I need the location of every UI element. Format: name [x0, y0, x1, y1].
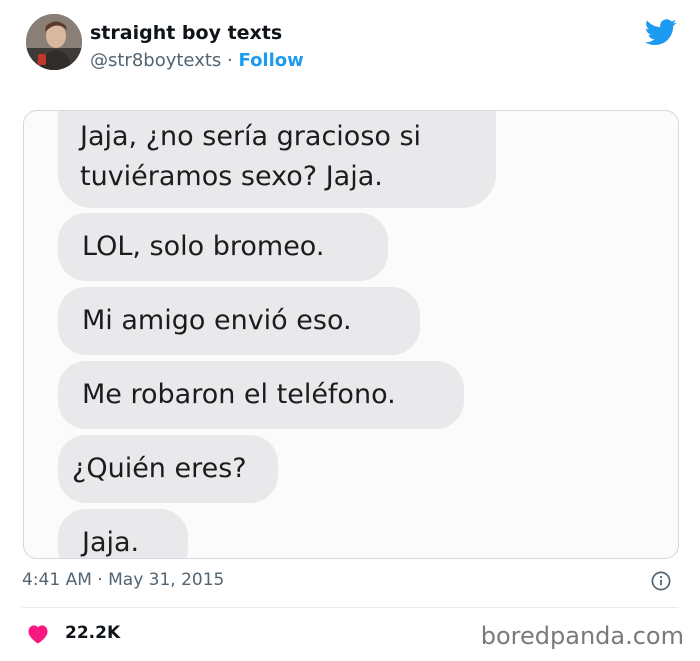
message-bubble: Jaja, ¿no sería gracioso si tuviéramos s…: [58, 111, 496, 208]
display-name[interactable]: straight boy texts: [90, 22, 282, 44]
heart-icon[interactable]: [27, 624, 49, 644]
tweet-date: May 31, 2015: [108, 570, 225, 590]
message-bubble: Me robaron el teléfono.: [58, 361, 464, 429]
handle-row: @str8boytexts · Follow: [90, 50, 304, 71]
message-bubble: Jaja.: [58, 509, 188, 558]
separator: ·: [227, 50, 233, 71]
message-bubble: ¿Quién eres?: [58, 435, 278, 503]
twitter-bird-icon[interactable]: [645, 19, 677, 46]
screenshot-image[interactable]: Jaja, ¿no sería gracioso si tuviéramos s…: [23, 110, 679, 559]
info-icon[interactable]: [651, 571, 671, 591]
watermark: boredpanda.com: [480, 622, 684, 650]
separator: ·: [97, 570, 103, 590]
tweet-time: 4:41 AM: [22, 570, 92, 590]
like-count[interactable]: 22.2K: [65, 623, 120, 643]
handle[interactable]: @str8boytexts: [90, 50, 221, 71]
divider: [22, 607, 678, 608]
tweet-timestamp[interactable]: 4:41 AM · May 31, 2015: [22, 570, 224, 590]
follow-button[interactable]: Follow: [239, 50, 304, 71]
message-bubble: LOL, solo bromeo.: [58, 213, 388, 281]
avatar[interactable]: [26, 14, 82, 70]
message-bubble: Mi amigo envió eso.: [58, 287, 420, 355]
